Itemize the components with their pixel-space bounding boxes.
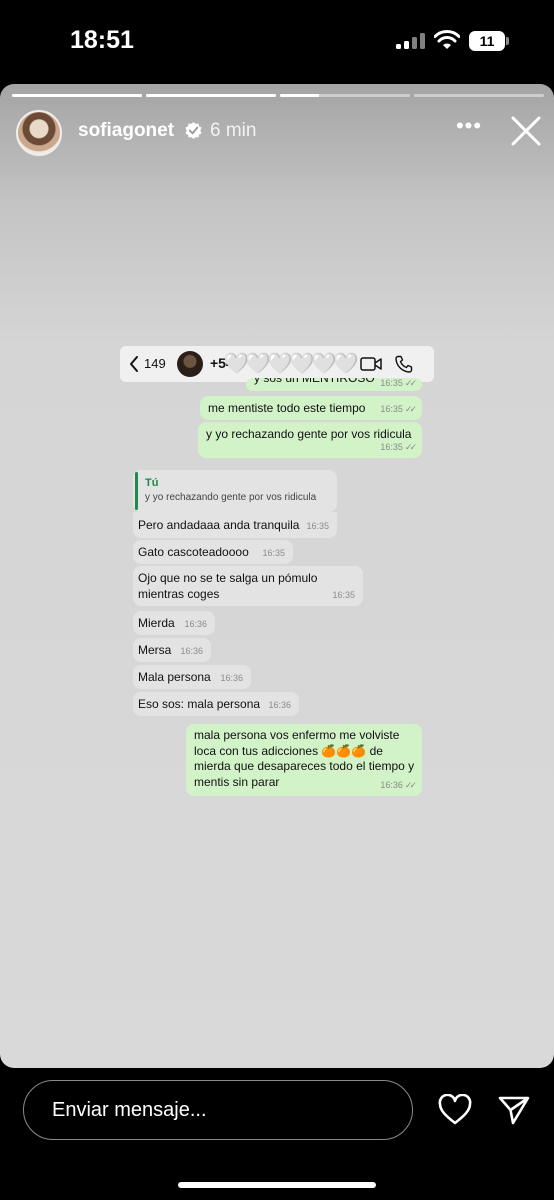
message-incoming: Gato cascoteadoooo 16:35	[133, 540, 293, 564]
story-progress-segment	[280, 94, 410, 97]
message-outgoing: me mentiste todo este tiempo 16:35 ✓✓	[200, 396, 422, 420]
message-outgoing: y yo rechazando gente por vos ridicula 1…	[198, 422, 422, 458]
chat-header: 149 +54 🤍🤍🤍🤍🤍🤍	[120, 346, 434, 382]
signal-icon	[396, 33, 426, 49]
message-incoming: Pero andadaaa anda tranquila 16:35	[133, 512, 337, 538]
story-viewer[interactable]: sofiagonet 6 min ••• 149 +54 🤍🤍🤍🤍🤍🤍 y so…	[0, 84, 554, 1068]
quoted-message: Tú y yo rechazando gente por vos ridicul…	[133, 470, 337, 512]
close-icon[interactable]	[510, 115, 542, 147]
unread-count: 149	[144, 356, 166, 371]
phone-icon	[395, 355, 413, 373]
avatar[interactable]	[16, 110, 62, 156]
message-incoming: Mala persona 16:36	[133, 665, 251, 689]
send-icon[interactable]	[498, 1094, 530, 1126]
heart-icon[interactable]	[438, 1094, 472, 1126]
more-icon[interactable]: •••	[454, 115, 484, 140]
back-chevron-icon	[130, 356, 138, 372]
video-call-icon	[360, 357, 382, 371]
verified-badge-icon	[185, 121, 202, 140]
message-incoming: Ojo que no se te salga un pómulo mientra…	[133, 566, 363, 606]
message-outgoing: y sos un MENTIROSO 16:35 ✓✓	[246, 378, 422, 391]
message-incoming: Eso sos: mala persona 16:36	[133, 692, 299, 716]
story-progress-segment	[12, 94, 142, 97]
home-indicator	[178, 1182, 376, 1188]
quote-text: y yo rechazando gente por vos ridicula	[145, 492, 317, 503]
bottom-bar: Enviar mensaje...	[0, 1068, 554, 1200]
message-incoming: Mersa 16:36	[133, 638, 211, 662]
story-progress-segment	[414, 94, 544, 97]
story-progress	[12, 94, 544, 97]
battery-level: 11	[469, 31, 505, 51]
status-time: 18:51	[70, 26, 134, 54]
story-username[interactable]: sofiagonet	[78, 120, 174, 142]
quote-author: Tú	[145, 477, 159, 489]
message-incoming: Mierda 16:36	[133, 611, 215, 635]
status-bar: 18:51 11	[0, 0, 554, 84]
battery-icon: 11	[469, 31, 509, 51]
story-time-ago: 6 min	[210, 120, 257, 141]
message-input[interactable]: Enviar mensaje...	[23, 1080, 413, 1140]
hearts-sticker: 🤍🤍🤍🤍🤍🤍	[224, 353, 358, 375]
story-header: sofiagonet 6 min •••	[16, 106, 546, 158]
message-placeholder: Enviar mensaje...	[52, 1099, 207, 1121]
story-progress-segment	[146, 94, 276, 97]
contact-avatar	[177, 351, 203, 377]
message-outgoing: mala persona vos enfermo me volviste loc…	[186, 724, 422, 796]
wifi-icon	[434, 30, 460, 49]
